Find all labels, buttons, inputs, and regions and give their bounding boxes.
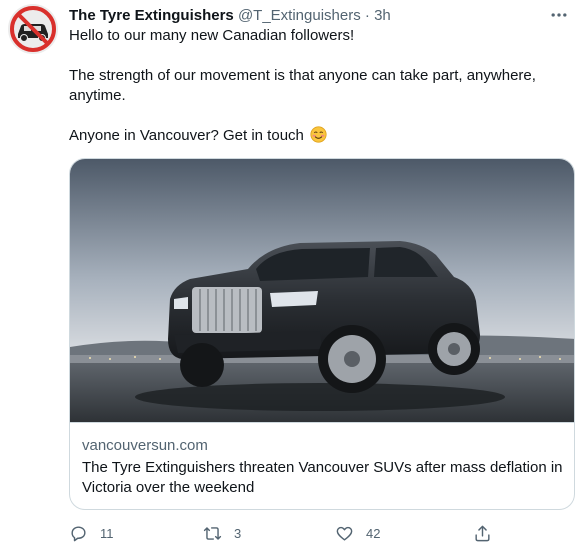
heart-icon: [336, 526, 353, 541]
reply-count: 11: [100, 525, 114, 541]
link-card[interactable]: vancouversun.com The Tyre Extinguishers …: [69, 158, 575, 510]
author-handle[interactable]: @T_Extinguishers: [238, 7, 361, 24]
avatar[interactable]: [8, 4, 58, 54]
no-suv-logo-icon: [8, 4, 58, 54]
share-icon: [475, 525, 490, 541]
reply-icon: [71, 525, 86, 541]
retweet-button[interactable]: 3: [203, 521, 241, 545]
retweet-count: 3: [234, 525, 242, 541]
retweet-icon: [203, 526, 222, 540]
card-domain[interactable]: vancouversun.com: [82, 436, 208, 456]
more-options-button[interactable]: [549, 5, 569, 25]
tweet-text-line-3: Anyone in Vancouver? Get in touch: [69, 126, 569, 146]
suv-photo: [70, 159, 574, 422]
like-count: 42: [366, 525, 381, 541]
tweet-header: The Tyre Extinguishers @T_Extinguishers …: [69, 6, 563, 26]
separator-dot: ·: [364, 7, 370, 24]
card-image[interactable]: [70, 159, 574, 423]
tweet-text-line-3-text: Anyone in Vancouver? Get in touch: [69, 127, 304, 144]
tweet-text-line-2: The strength of our movement is that any…: [69, 67, 536, 104]
card-title[interactable]: The Tyre Extinguishers threaten Vancouve…: [82, 458, 566, 498]
tweet-actions: 11 3 42: [69, 521, 575, 545]
like-button[interactable]: 42: [335, 521, 380, 545]
reply-button[interactable]: 11: [69, 521, 114, 545]
tweet-text-line-1: Hello to our many new Canadian followers…: [69, 27, 355, 44]
more-horizontal-icon: [551, 13, 567, 17]
smiling-face-emoji-icon: [310, 126, 327, 143]
tweet-time[interactable]: 3h: [374, 7, 391, 24]
author-name[interactable]: The Tyre Extinguishers: [69, 7, 234, 24]
share-button[interactable]: [473, 521, 492, 545]
tweet-text: Hello to our many new Canadian followers…: [69, 26, 569, 146]
